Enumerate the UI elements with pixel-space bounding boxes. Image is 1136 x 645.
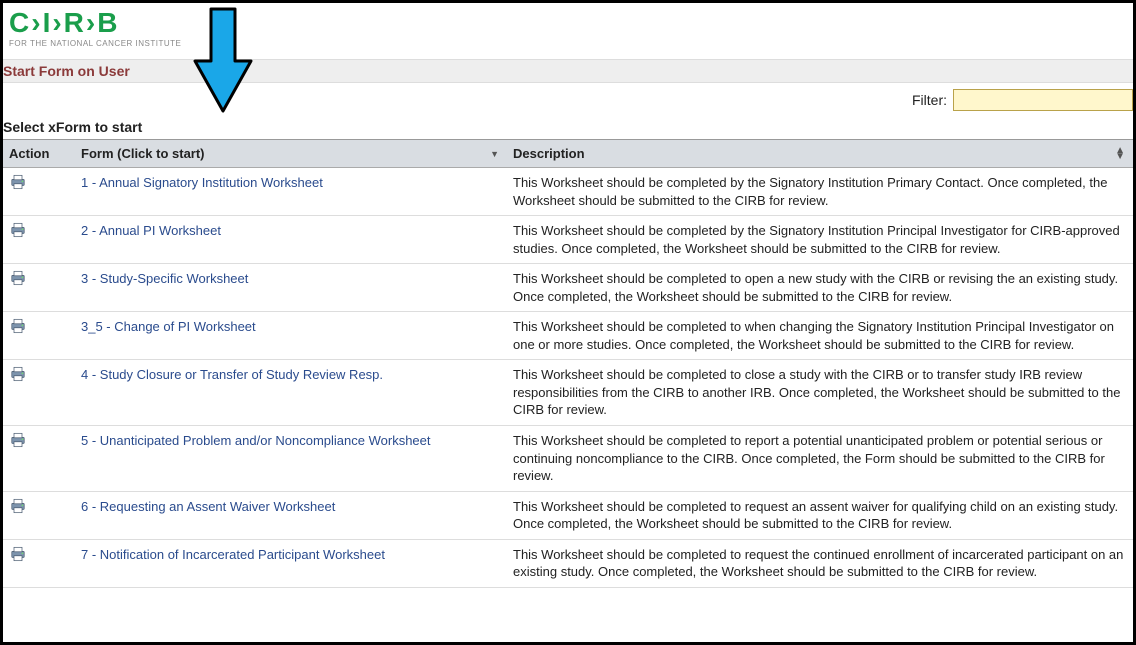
action-cell <box>3 168 75 216</box>
action-cell <box>3 491 75 539</box>
action-cell <box>3 360 75 426</box>
print-icon[interactable] <box>9 322 27 337</box>
form-cell: 1 - Annual Signatory Institution Workshe… <box>75 168 507 216</box>
table-row: 2 - Annual PI Worksheet This Worksheet sh… <box>3 216 1133 264</box>
form-link[interactable]: 5 - Unanticipated Problem and/or Noncomp… <box>81 433 431 448</box>
form-link[interactable]: 3 - Study-Specific Worksheet <box>81 271 248 286</box>
table-row: 1 - Annual Signatory Institution Workshe… <box>3 168 1133 216</box>
description-cell: This Worksheet should be completed to wh… <box>507 312 1133 360</box>
print-icon[interactable] <box>9 370 27 385</box>
form-cell: 2 - Annual PI Worksheet <box>75 216 507 264</box>
logo-area: C›I›R›B FOR THE NATIONAL CANCER INSTITUT… <box>3 3 1133 59</box>
table-row: 6 - Requesting an Assent Waiver Workshee… <box>3 491 1133 539</box>
breadcrumb: Start Form on User <box>3 59 1133 83</box>
column-header-description[interactable]: Description ▲▼ <box>507 140 1133 168</box>
section-heading: Select xForm to start <box>3 117 1133 140</box>
form-link[interactable]: 6 - Requesting an Assent Waiver Workshee… <box>81 499 335 514</box>
description-cell: This Worksheet should be completed to re… <box>507 426 1133 492</box>
table-row: 4 - Study Closure or Transfer of Study R… <box>3 360 1133 426</box>
action-cell <box>3 312 75 360</box>
form-link[interactable]: 7 - Notification of Incarcerated Partici… <box>81 547 385 562</box>
form-link[interactable]: 3_5 - Change of PI Worksheet <box>81 319 256 334</box>
form-cell: 3 - Study-Specific Worksheet <box>75 264 507 312</box>
column-header-form-label: Form (Click to start) <box>81 146 205 161</box>
description-cell: This Worksheet should be completed to cl… <box>507 360 1133 426</box>
action-cell <box>3 539 75 587</box>
table-row: 3_5 - Change of PI Worksheet This Workshe… <box>3 312 1133 360</box>
sort-both-icon: ▲▼ <box>1115 148 1125 160</box>
form-link[interactable]: 1 - Annual Signatory Institution Workshe… <box>81 175 323 190</box>
form-link[interactable]: 2 - Annual PI Worksheet <box>81 223 221 238</box>
form-table: Action Form (Click to start) ▼ Descripti… <box>3 140 1133 588</box>
description-cell: This Worksheet should be completed to op… <box>507 264 1133 312</box>
print-icon[interactable] <box>9 436 27 451</box>
print-icon[interactable] <box>9 178 27 193</box>
column-header-action-label: Action <box>9 146 49 161</box>
filter-row: Filter: <box>3 83 1133 117</box>
column-header-action[interactable]: Action <box>3 140 75 168</box>
print-icon[interactable] <box>9 550 27 565</box>
sort-desc-icon: ▼ <box>490 149 499 159</box>
description-cell: This Worksheet should be completed to re… <box>507 491 1133 539</box>
form-cell: 6 - Requesting an Assent Waiver Workshee… <box>75 491 507 539</box>
column-header-description-label: Description <box>513 146 585 161</box>
logo-subtitle: FOR THE NATIONAL CANCER INSTITUTE <box>9 39 1133 48</box>
filter-input[interactable] <box>953 89 1133 111</box>
form-link[interactable]: 4 - Study Closure or Transfer of Study R… <box>81 367 383 382</box>
print-icon[interactable] <box>9 502 27 517</box>
form-cell: 5 - Unanticipated Problem and/or Noncomp… <box>75 426 507 492</box>
print-icon[interactable] <box>9 226 27 241</box>
table-row: 5 - Unanticipated Problem and/or Noncomp… <box>3 426 1133 492</box>
table-row: 7 - Notification of Incarcerated Partici… <box>3 539 1133 587</box>
column-header-form[interactable]: Form (Click to start) ▼ <box>75 140 507 168</box>
form-cell: 4 - Study Closure or Transfer of Study R… <box>75 360 507 426</box>
table-row: 3 - Study-Specific Worksheet This Workshe… <box>3 264 1133 312</box>
filter-label: Filter: <box>912 92 947 108</box>
form-cell: 7 - Notification of Incarcerated Partici… <box>75 539 507 587</box>
description-cell: This Worksheet should be completed to re… <box>507 539 1133 587</box>
print-icon[interactable] <box>9 274 27 289</box>
action-cell <box>3 426 75 492</box>
form-cell: 3_5 - Change of PI Worksheet <box>75 312 507 360</box>
description-cell: This Worksheet should be completed by th… <box>507 216 1133 264</box>
action-cell <box>3 264 75 312</box>
description-cell: This Worksheet should be completed by th… <box>507 168 1133 216</box>
logo-text: C›I›R›B <box>9 9 1133 37</box>
action-cell <box>3 216 75 264</box>
